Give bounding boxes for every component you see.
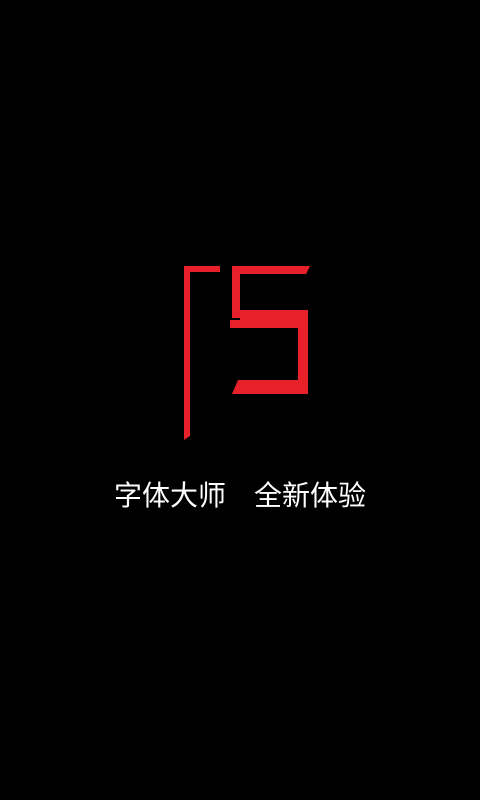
app-name-text: 字体大师: [113, 479, 226, 512]
slogan-text: 全新体验: [254, 479, 367, 512]
splash-tagline: 字体大师 全新体验: [0, 476, 480, 516]
fs-logo-icon: [184, 266, 310, 440]
splash-screen: 字体大师 全新体验: [0, 0, 480, 800]
